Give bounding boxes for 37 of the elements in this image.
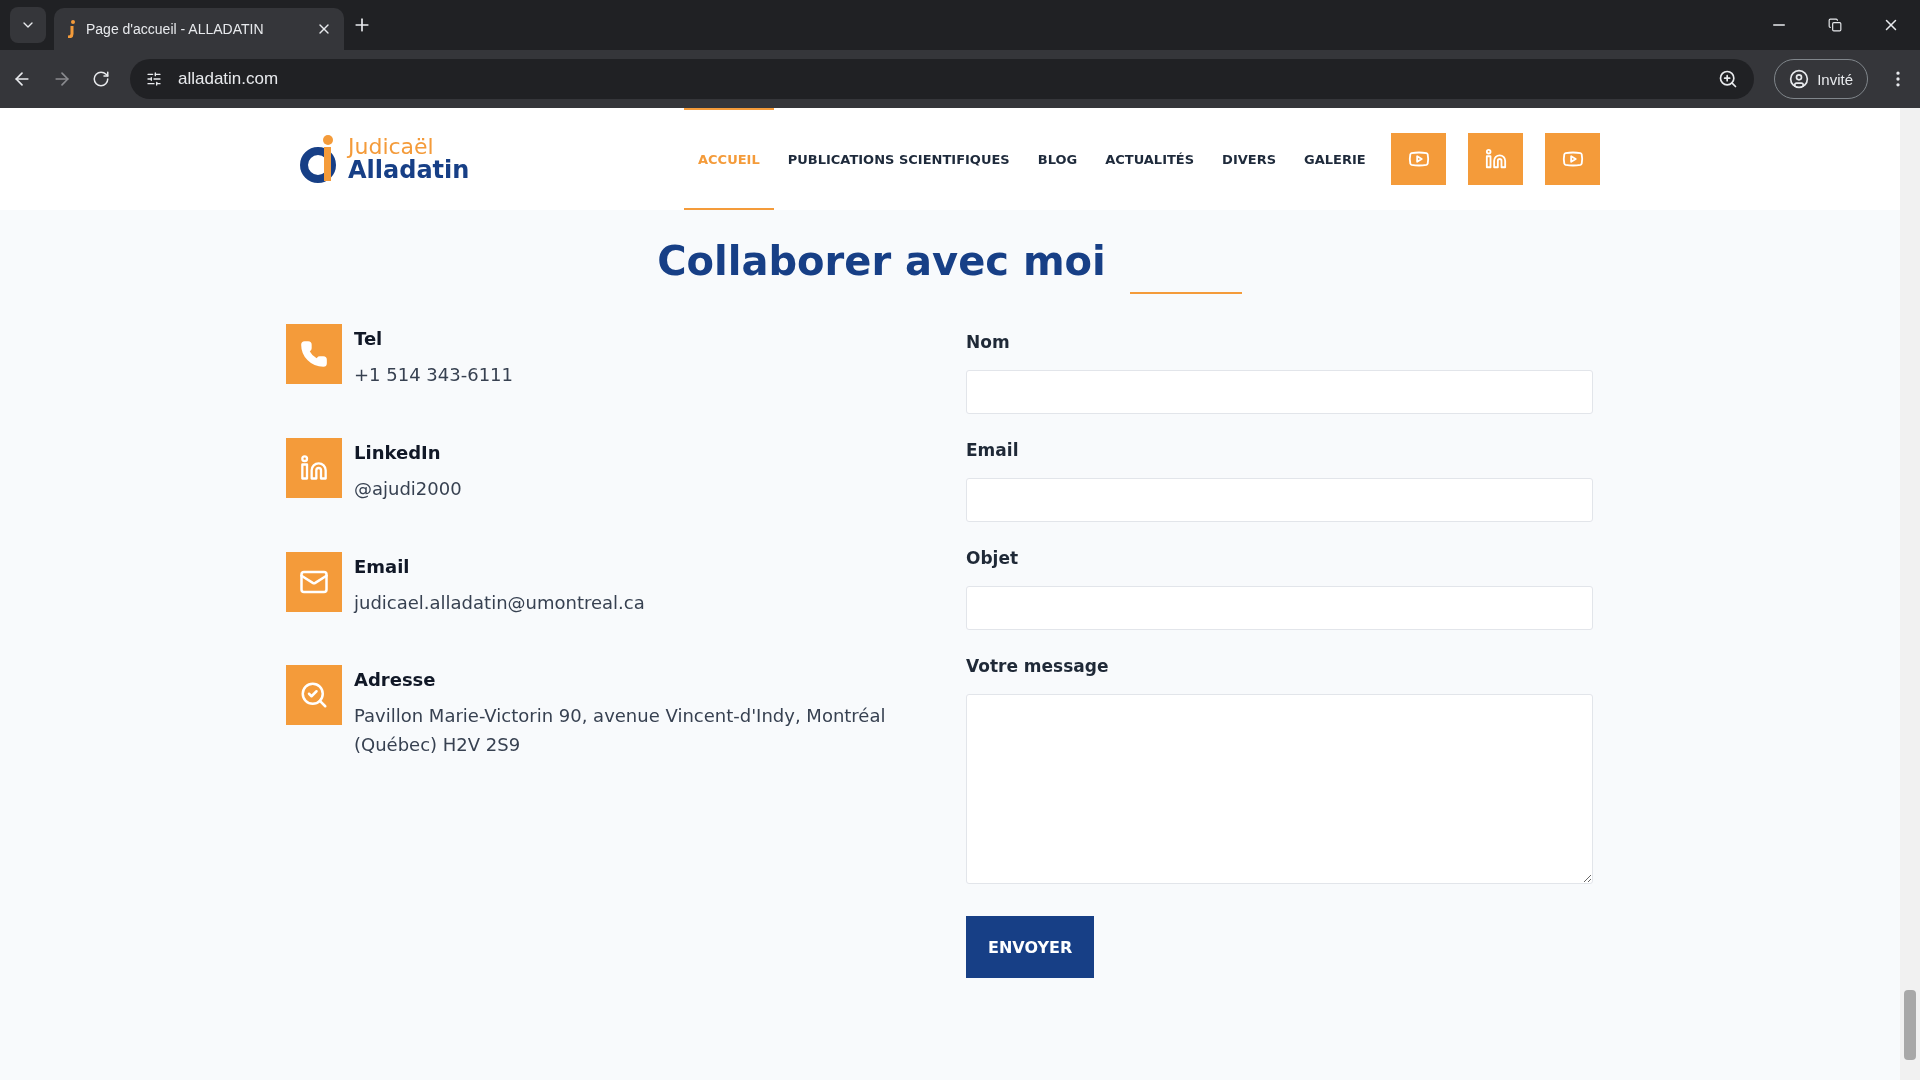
nav-link[interactable]: GALERIE xyxy=(1290,108,1380,210)
contact-value: +1 514 343-6111 xyxy=(354,363,513,387)
site-logo[interactable]: Judicaël Alladatin xyxy=(300,133,684,185)
nav-link[interactable]: ACTUALITÉS xyxy=(1091,108,1209,210)
section-title: Collaborer avec moi xyxy=(657,238,1106,284)
nav-link[interactable]: DIVERS xyxy=(1208,108,1291,210)
location-search-icon xyxy=(299,680,329,711)
browser-tab[interactable]: Page d'accueil - ALLADATIN xyxy=(54,8,344,50)
zoom-icon[interactable] xyxy=(1718,69,1739,89)
message-field[interactable] xyxy=(966,694,1593,884)
restore-icon[interactable] xyxy=(1828,18,1842,32)
nav-link[interactable]: BLOG xyxy=(1023,108,1092,210)
linkedin-icon xyxy=(1484,148,1507,170)
contact-value: Pavillon Marie-Victorin 90, avenue Vincent-d'Indy, Montréal (Québec) H2V 2S9 xyxy=(354,704,886,758)
site-settings-icon[interactable] xyxy=(146,71,162,87)
field-label: Objet xyxy=(966,548,1020,568)
contact-label: Tel xyxy=(354,328,384,349)
contact-label: Email xyxy=(354,555,411,577)
contact-value: @ajudi2000 xyxy=(354,476,462,501)
site-favicon xyxy=(66,20,76,38)
user-icon xyxy=(1789,69,1810,89)
field-label: Votre message xyxy=(966,656,1110,676)
reload-icon[interactable] xyxy=(92,70,110,88)
contact-label: Adresse xyxy=(354,669,437,691)
input-field[interactable] xyxy=(966,586,1593,630)
phone-icon xyxy=(300,340,328,368)
nav-link[interactable]: PUBLICATIONS SCIENTIFIQUES xyxy=(773,108,1024,210)
field-label: Nom xyxy=(966,332,1011,352)
field-label: Email xyxy=(966,440,1020,460)
contact-value: judicael.alladatin@umontreal.ca xyxy=(354,590,645,615)
linkedin-icon xyxy=(300,453,328,482)
input-field[interactable] xyxy=(966,370,1593,414)
tab-list-button[interactable] xyxy=(10,7,46,43)
input-field[interactable] xyxy=(966,478,1593,522)
address-bar[interactable]: alladatin.com xyxy=(130,59,1755,99)
submit-button[interactable]: ENVOYER xyxy=(966,916,1095,978)
contact-label: LinkedIn xyxy=(354,441,442,463)
